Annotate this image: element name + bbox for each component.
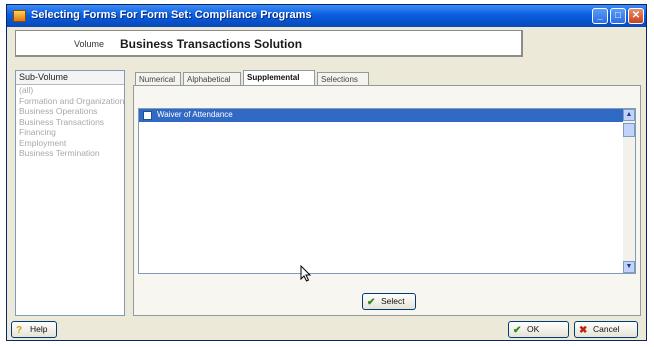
subvolume-item[interactable]: Business Transactions [16,117,124,128]
checkmark-icon: ✔ [367,297,376,308]
subvolume-list[interactable]: Sub-Volume (all) Formation and Organizat… [15,70,125,316]
tab-selections[interactable]: Selections [317,72,369,85]
scroll-thumb[interactable] [623,123,635,137]
subvolume-item[interactable]: Employment [16,138,124,149]
subvolume-item[interactable]: Formation and Organization [16,96,124,107]
subvolume-item[interactable]: Business Operations [16,106,124,117]
volume-panel: Volume Business Transactions Solution [15,30,523,57]
tab-panel: Waiver of Attendance ▲ ▼ ✔ Select [133,85,641,316]
ok-button[interactable]: ✔ OK [508,321,569,338]
cancel-button[interactable]: ✖ Cancel [574,321,638,338]
x-icon: ✖ [579,325,588,336]
forms-list[interactable]: Waiver of Attendance ▲ ▼ [138,108,636,282]
subvolume-item[interactable]: Financing [16,127,124,138]
volume-value: Business Transactions Solution [120,37,303,51]
tab-supplemental[interactable]: Supplemental [243,70,315,85]
list-item[interactable]: Waiver of Attendance [139,109,623,122]
vertical-scrollbar[interactable]: ▲ ▼ [623,109,635,273]
checkmark-icon: ✔ [513,325,522,336]
tab-alphabetical[interactable]: Alphabetical [183,72,241,85]
help-button[interactable]: ? Help [11,321,57,338]
scroll-up-icon[interactable]: ▲ [623,109,635,121]
scroll-down-icon[interactable]: ▼ [623,261,635,273]
volume-label: Volume [74,39,105,49]
question-icon: ? [16,325,23,336]
app-icon [13,10,26,22]
form-label: Waiver of Attendance [157,110,233,119]
form-checkbox[interactable] [143,111,152,120]
window-title: Selecting Forms For Form Set: Compliance… [31,9,312,21]
dialog-window: Selecting Forms For Form Set: Compliance… [6,4,647,341]
tab-numerical[interactable]: Numerical [135,72,181,85]
mouse-cursor-icon [300,265,312,282]
maximize-button[interactable]: □ [610,8,626,24]
select-button[interactable]: ✔ Select [362,293,416,310]
close-button[interactable]: ✕ [628,8,644,24]
subvolume-item[interactable]: Business Termination [16,148,124,159]
subvolume-header: Sub-Volume [16,71,124,85]
minimize-button[interactable]: _ [592,8,608,24]
subvolume-item[interactable]: (all) [16,85,124,96]
title-bar[interactable]: Selecting Forms For Form Set: Compliance… [7,5,646,27]
